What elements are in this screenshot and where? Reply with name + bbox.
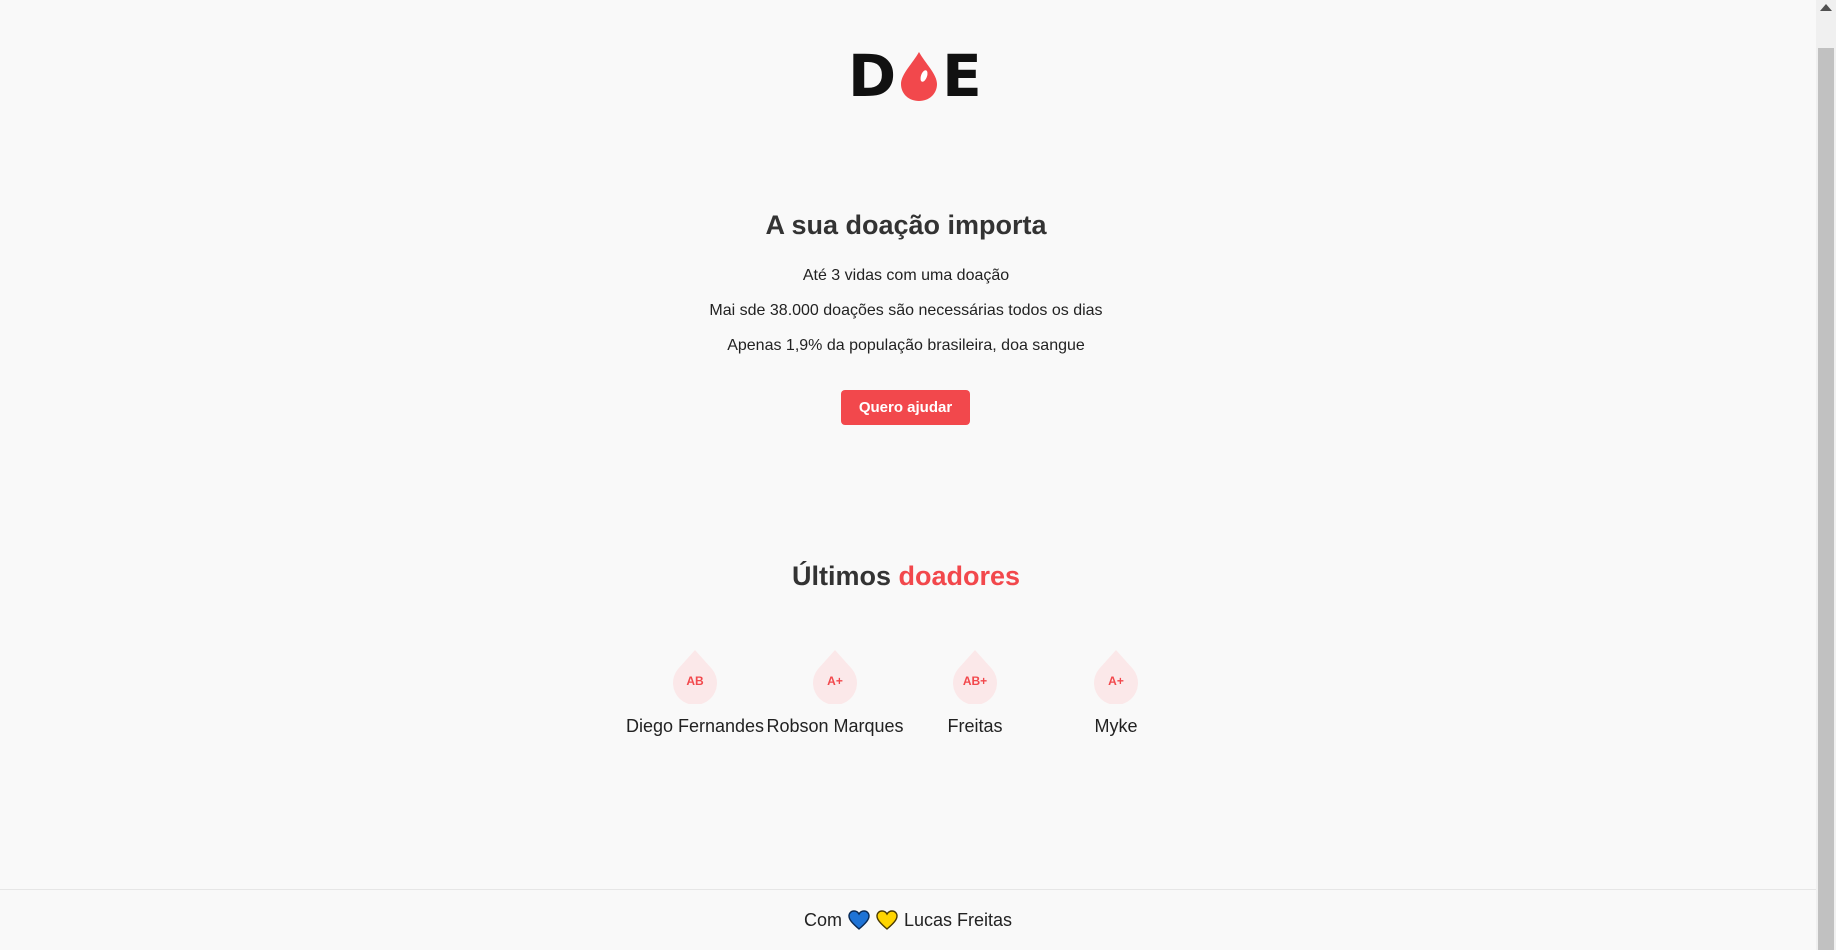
help-button[interactable]: Quero ajudar bbox=[841, 390, 970, 425]
hero-line: Até 3 vidas com uma doação bbox=[802, 267, 1010, 284]
scrollbar-thumb[interactable] bbox=[1818, 48, 1834, 950]
donors-title-accent: doadores bbox=[898, 561, 1021, 591]
blood-type-label: AB+ bbox=[962, 674, 988, 688]
yellow-heart-icon bbox=[876, 910, 898, 930]
page: D E A sua doação importa Até 3 vidas com… bbox=[0, 0, 1836, 950]
donor-card: AB Diego Fernandes bbox=[625, 648, 765, 737]
donors-title-prefix: Últimos bbox=[791, 561, 891, 591]
blood-type-badge: A+ bbox=[812, 648, 858, 704]
hero-title: A sua doação importa bbox=[765, 210, 1047, 240]
logo: D E bbox=[848, 42, 982, 110]
vertical-scrollbar[interactable] bbox=[1816, 0, 1836, 950]
logo-letter-e: E bbox=[942, 42, 982, 110]
blood-type-label: A+ bbox=[1108, 674, 1124, 688]
blood-drop-icon bbox=[901, 52, 938, 101]
footer-prefix: Com bbox=[803, 909, 842, 930]
donor-card: AB+ Freitas bbox=[905, 648, 1045, 737]
donors-title: Últimos doadores bbox=[0, 561, 1812, 592]
donor-card: A+ Robson Marques bbox=[765, 648, 905, 737]
footer-author: Lucas Freitas bbox=[903, 909, 1013, 930]
footer: Com Lucas Freitas bbox=[0, 889, 1816, 950]
donor-name: Myke bbox=[1094, 716, 1138, 736]
blood-type-badge: AB bbox=[672, 648, 718, 704]
hero-line: Mai sde 38.000 doações são necessárias t… bbox=[709, 302, 1103, 319]
donor-name: Freitas bbox=[947, 716, 1003, 736]
blood-type-badge: A+ bbox=[1093, 648, 1139, 704]
logo-letter-d: D bbox=[848, 42, 897, 110]
blood-type-label: AB bbox=[686, 674, 704, 688]
donor-name: Diego Fernandes bbox=[625, 716, 765, 736]
scroll-area: D E A sua doação importa Até 3 vidas com… bbox=[0, 0, 1816, 950]
scroll-up-arrow-icon[interactable] bbox=[1820, 4, 1832, 11]
blood-type-badge: AB+ bbox=[952, 648, 998, 704]
hero-line: Apenas 1,9% da população brasileira, doa… bbox=[727, 337, 1085, 354]
blue-heart-icon bbox=[848, 910, 870, 930]
blood-type-label: A+ bbox=[827, 674, 843, 688]
donor-card: A+ Myke bbox=[1046, 648, 1186, 737]
donor-name: Robson Marques bbox=[766, 716, 904, 736]
